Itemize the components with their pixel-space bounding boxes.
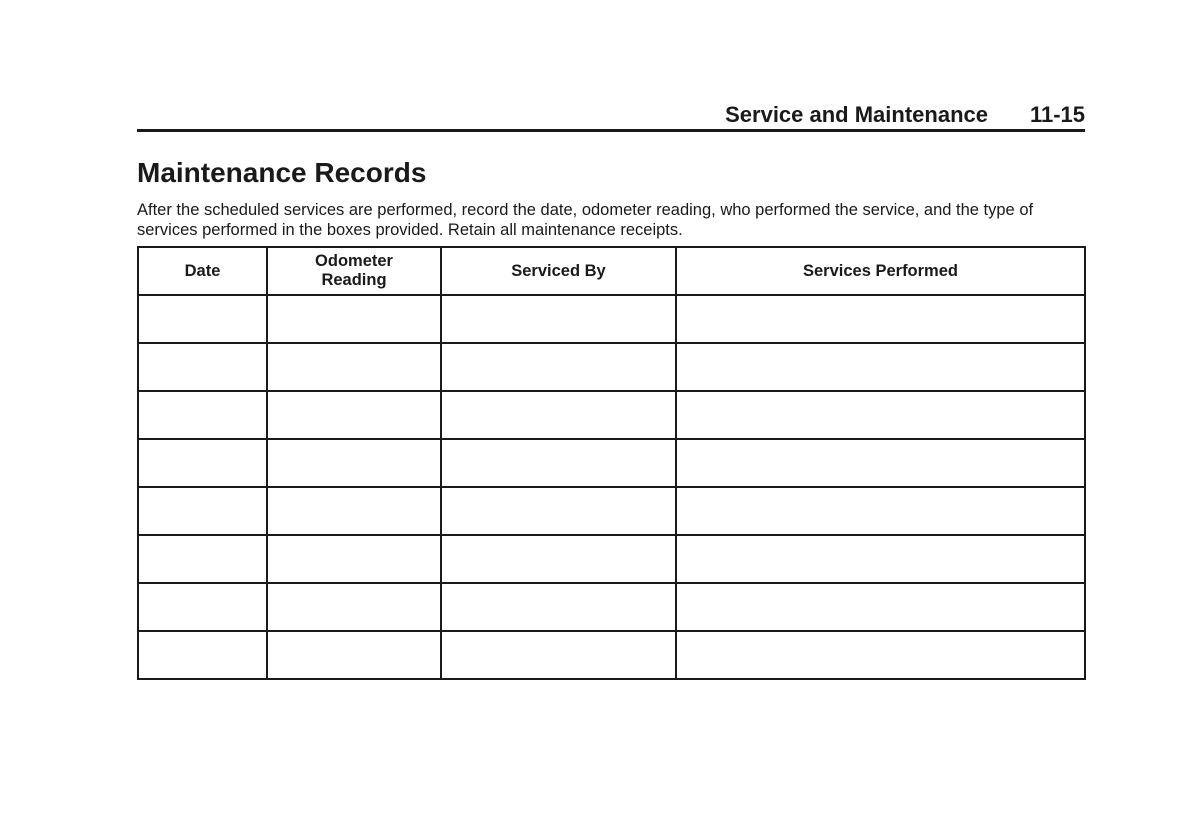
services-performed-cell[interactable] [675, 630, 1086, 680]
page-title: Maintenance Records [137, 157, 427, 188]
column-header-label-line2: Reading [321, 271, 387, 289]
date-cell[interactable] [137, 486, 268, 536]
services-performed-cell[interactable] [675, 294, 1086, 344]
services-performed-cell[interactable] [675, 342, 1086, 392]
serviced-by-cell[interactable] [440, 294, 677, 344]
table-row [137, 486, 1086, 536]
table-row [137, 630, 1086, 680]
services-performed-cell[interactable] [675, 438, 1086, 488]
date-cell[interactable] [137, 294, 268, 344]
date-cell[interactable] [137, 390, 268, 440]
table-row [137, 342, 1086, 392]
column-header-label: Serviced By [511, 261, 606, 280]
serviced-by-cell[interactable] [440, 438, 677, 488]
odometer-cell[interactable] [266, 294, 442, 344]
services-performed-cell[interactable] [675, 486, 1086, 536]
serviced-by-cell[interactable] [440, 390, 677, 440]
table-row [137, 390, 1086, 440]
column-header-serviced-by: Serviced By [440, 246, 677, 296]
table-row [137, 534, 1086, 584]
odometer-cell[interactable] [266, 534, 442, 584]
odometer-cell[interactable] [266, 390, 442, 440]
odometer-cell[interactable] [266, 630, 442, 680]
services-performed-cell[interactable] [675, 534, 1086, 584]
table-row [137, 582, 1086, 632]
running-header: Service and Maintenance 11-15 [137, 101, 1085, 132]
table-header-row: Date Odometer Reading Serviced By Service… [137, 246, 1086, 296]
date-cell[interactable] [137, 630, 268, 680]
odometer-cell[interactable] [266, 438, 442, 488]
date-cell[interactable] [137, 582, 268, 632]
section-title: Service and Maintenance [725, 102, 988, 127]
serviced-by-cell[interactable] [440, 486, 677, 536]
column-header-label: Odometer [315, 252, 393, 270]
column-header-services-performed: Services Performed [675, 246, 1086, 296]
serviced-by-cell[interactable] [440, 630, 677, 680]
date-cell[interactable] [137, 342, 268, 392]
services-performed-cell[interactable] [675, 390, 1086, 440]
serviced-by-cell[interactable] [440, 342, 677, 392]
table-row [137, 294, 1086, 344]
table-row [137, 438, 1086, 488]
column-header-date: Date [137, 246, 268, 296]
serviced-by-cell[interactable] [440, 534, 677, 584]
column-header-label: Services Performed [802, 261, 958, 280]
intro-paragraph: After the scheduled services are perform… [137, 201, 1034, 239]
odometer-cell[interactable] [266, 486, 442, 536]
column-header-odometer: Odometer Reading [266, 246, 442, 296]
odometer-cell[interactable] [266, 342, 442, 392]
services-performed-cell[interactable] [675, 582, 1086, 632]
column-header-label: Date [184, 261, 221, 280]
date-cell[interactable] [137, 534, 268, 584]
page-number: 11-15 [1029, 102, 1085, 127]
maintenance-records-table: Date Odometer Reading Serviced By Service… [137, 246, 1086, 680]
date-cell[interactable] [137, 438, 268, 488]
serviced-by-cell[interactable] [440, 582, 677, 632]
odometer-cell[interactable] [266, 582, 442, 632]
